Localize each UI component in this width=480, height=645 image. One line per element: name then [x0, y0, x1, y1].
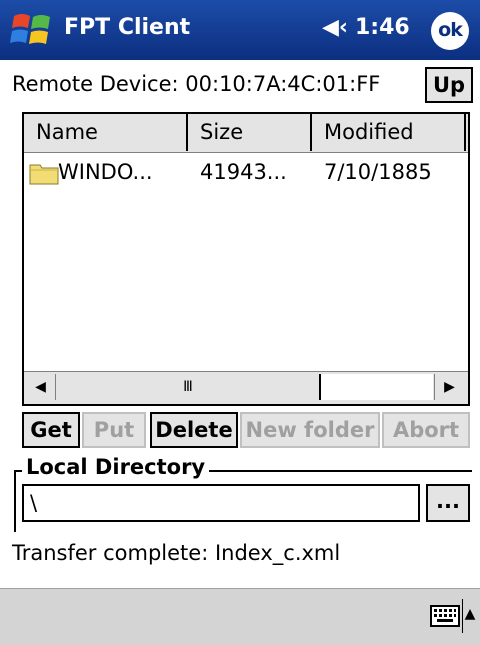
- scroll-left-arrow-icon[interactable]: ◀: [26, 374, 56, 400]
- file-modified: 7/10/1885: [324, 160, 432, 184]
- delete-button[interactable]: Delete: [150, 412, 238, 448]
- speaker-icon[interactable]: ◀‹: [322, 15, 348, 40]
- remote-device-label: Remote Device: 00:10:7A:4C:01:FF: [12, 72, 381, 96]
- column-header-name[interactable]: Name: [24, 114, 188, 151]
- folder-icon: [29, 164, 59, 185]
- scrollbar-thumb[interactable]: Ⅲ: [57, 374, 321, 400]
- ok-button[interactable]: ok: [431, 12, 469, 50]
- file-name: WINDO...: [58, 160, 153, 184]
- scrollbar-track[interactable]: [321, 374, 433, 400]
- abort-button[interactable]: Abort: [382, 412, 470, 448]
- remote-file-list[interactable]: Name Size Modified WINDO... 41943... 7/1…: [22, 112, 470, 406]
- status-text: Transfer complete: Index_c.xml: [12, 541, 341, 565]
- browse-button[interactable]: ...: [426, 484, 470, 522]
- column-header-size[interactable]: Size: [188, 114, 312, 151]
- column-header-modified[interactable]: Modified: [312, 114, 466, 151]
- clock[interactable]: 1:46: [355, 15, 410, 40]
- input-panel-arrow-icon[interactable]: ▲: [462, 599, 477, 633]
- keyboard-icon[interactable]: [430, 603, 460, 629]
- list-item[interactable]: WINDO... 41943... 7/10/1885: [24, 152, 468, 192]
- list-header: Name Size Modified: [24, 114, 468, 153]
- title-bar: FPT Client ◀‹ 1:46 ok: [0, 0, 480, 60]
- local-directory-input[interactable]: [22, 484, 420, 522]
- file-size: 41943...: [200, 160, 287, 184]
- put-button[interactable]: Put: [82, 412, 146, 448]
- app-title: FPT Client: [64, 15, 191, 40]
- horizontal-scrollbar[interactable]: ◀ Ⅲ ▶: [24, 371, 468, 404]
- get-button[interactable]: Get: [22, 412, 80, 448]
- up-button[interactable]: Up: [425, 67, 473, 103]
- windows-flag-icon[interactable]: [10, 8, 56, 52]
- new-folder-button[interactable]: New folder: [240, 412, 380, 448]
- local-directory-label: Local Directory: [22, 455, 210, 479]
- scroll-right-arrow-icon[interactable]: ▶: [434, 374, 464, 400]
- bottom-menu-bar: ▲: [0, 588, 480, 645]
